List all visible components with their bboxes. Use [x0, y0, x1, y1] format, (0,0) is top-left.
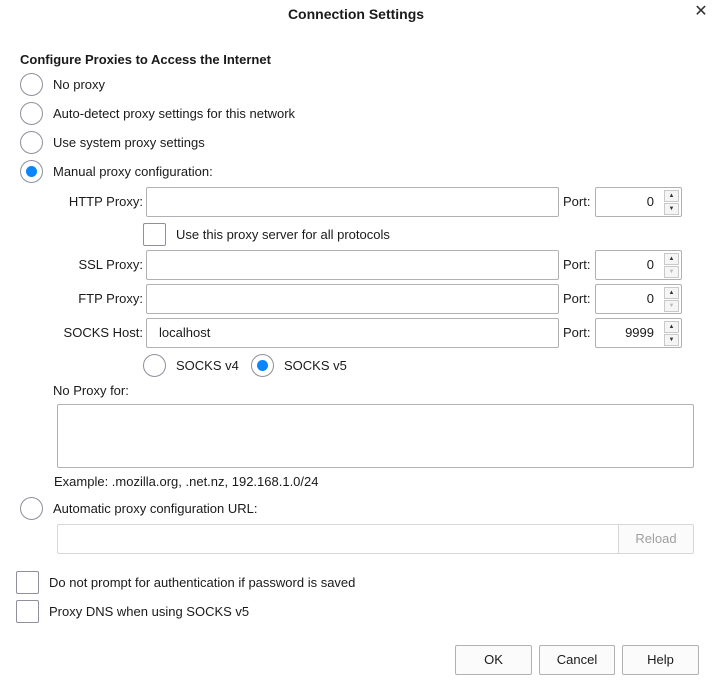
http-port-value: 0	[646, 194, 654, 209]
radio-label: Auto-detect proxy settings for this netw…	[53, 105, 296, 121]
radio-button[interactable]	[20, 496, 43, 520]
chevron-up-icon[interactable]: ▲	[664, 287, 679, 299]
chevron-down-icon[interactable]: ▼	[664, 300, 679, 312]
ssl-port-label: Port:	[563, 257, 591, 272]
ok-button[interactable]: OK	[455, 645, 532, 675]
radio-label: SOCKS v4	[176, 357, 239, 373]
no-prompt-auth-option[interactable]: Do not prompt for authentication if pass…	[16, 570, 355, 594]
radio-no-proxy[interactable]: No proxy	[20, 72, 105, 96]
checkbox[interactable]	[143, 222, 166, 246]
radio-button[interactable]	[143, 353, 166, 377]
radio-label: Manual proxy configuration:	[53, 163, 213, 179]
window-title: Connection Settings	[287, 6, 425, 22]
checkbox-label: Use this proxy server for all protocols	[176, 226, 390, 242]
checkbox[interactable]	[16, 570, 39, 594]
checkbox-label: Proxy DNS when using SOCKS v5	[49, 603, 250, 619]
no-proxy-example: Example: .mozilla.org, .net.nz, 192.168.…	[54, 474, 319, 489]
radio-auto-detect[interactable]: Auto-detect proxy settings for this netw…	[20, 101, 295, 125]
radio-button[interactable]	[20, 130, 43, 154]
checkbox-label: Do not prompt for authentication if pass…	[49, 574, 356, 590]
ssl-proxy-label: SSL Proxy:	[78, 257, 143, 272]
socks-port-value: 9999	[625, 325, 654, 340]
socks-port-stepper[interactable]: 9999 ▲ ▼	[595, 318, 682, 348]
radio-auto-config-url[interactable]: Automatic proxy configuration URL:	[20, 496, 257, 520]
http-port-label: Port:	[563, 194, 591, 209]
chevron-down-icon[interactable]: ▼	[664, 266, 679, 278]
radio-label: No proxy	[53, 76, 106, 92]
chevron-up-icon[interactable]: ▲	[664, 253, 679, 265]
radio-system-proxy[interactable]: Use system proxy settings	[20, 130, 205, 154]
close-icon[interactable]: ✕	[690, 2, 712, 24]
ssl-port-stepper[interactable]: 0 ▲ ▼	[595, 250, 682, 280]
proxy-dns-option[interactable]: Proxy DNS when using SOCKS v5	[16, 599, 249, 623]
chevron-down-icon[interactable]: ▼	[664, 203, 679, 215]
auto-config-url-input[interactable]	[57, 524, 618, 554]
http-proxy-label: HTTP Proxy:	[68, 194, 143, 209]
socks-port-label: Port:	[563, 325, 591, 340]
radio-button[interactable]	[20, 72, 43, 96]
ftp-proxy-label: FTP Proxy:	[78, 291, 143, 306]
socks-host-label: SOCKS Host:	[63, 325, 143, 340]
radio-manual-proxy[interactable]: Manual proxy configuration:	[20, 159, 213, 183]
radio-socks-v5[interactable]: SOCKS v5	[251, 353, 347, 377]
radio-button[interactable]	[20, 101, 43, 125]
radio-label: Use system proxy settings	[53, 134, 205, 150]
ftp-proxy-input[interactable]	[146, 284, 559, 314]
radio-socks-v4[interactable]: SOCKS v4	[143, 353, 239, 377]
radio-label: Automatic proxy configuration URL:	[53, 500, 258, 516]
no-proxy-label: No Proxy for:	[53, 383, 129, 398]
chevron-down-icon[interactable]: ▼	[664, 334, 679, 346]
radio-button[interactable]	[251, 353, 274, 377]
http-port-stepper[interactable]: 0 ▲ ▼	[595, 187, 682, 217]
section-title: Configure Proxies to Access the Internet	[20, 52, 271, 67]
ftp-port-stepper[interactable]: 0 ▲ ▼	[595, 284, 682, 314]
chevron-up-icon[interactable]: ▲	[664, 190, 679, 202]
ssl-port-value: 0	[646, 257, 654, 272]
socks-host-input[interactable]: localhost	[146, 318, 559, 348]
reload-button[interactable]: Reload	[618, 524, 694, 554]
radio-label: SOCKS v5	[284, 357, 347, 373]
radio-button[interactable]	[20, 159, 43, 183]
ftp-port-value: 0	[646, 291, 654, 306]
use-proxy-all-protocols[interactable]: Use this proxy server for all protocols	[143, 222, 390, 246]
http-proxy-input[interactable]	[146, 187, 559, 217]
ssl-proxy-input[interactable]	[146, 250, 559, 280]
cancel-button[interactable]: Cancel	[539, 645, 615, 675]
ftp-port-label: Port:	[563, 291, 591, 306]
no-proxy-textarea[interactable]	[57, 404, 694, 468]
chevron-up-icon[interactable]: ▲	[664, 321, 679, 333]
checkbox[interactable]	[16, 599, 39, 623]
help-button[interactable]: Help	[622, 645, 699, 675]
